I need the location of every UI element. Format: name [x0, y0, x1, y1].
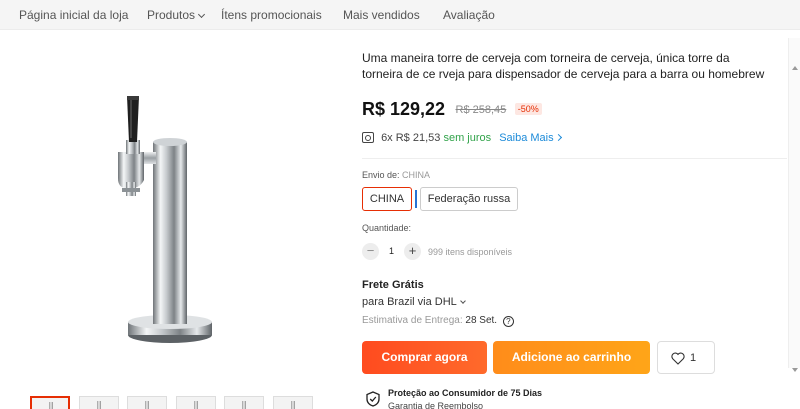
- discount-badge: -50%: [514, 103, 542, 115]
- nav-reviews[interactable]: Avaliação: [443, 8, 495, 22]
- product-details: Uma maneira torre de cerveja com torneir…: [362, 50, 787, 409]
- quantity-value[interactable]: 1: [389, 246, 394, 256]
- side-scrollbar[interactable]: [788, 38, 800, 372]
- help-icon[interactable]: ?: [502, 316, 514, 327]
- current-price: R$ 129,22: [362, 99, 446, 119]
- nav-products-label: Produtos: [147, 8, 196, 22]
- shipping-method-text: para Brazil via DHL: [362, 296, 457, 308]
- thumbnail-3[interactable]: [127, 396, 167, 409]
- quantity-decrease-button[interactable]: −: [362, 243, 379, 260]
- installment-amount: 6x R$ 21,53: [381, 132, 441, 144]
- heart-icon: [671, 352, 685, 365]
- ship-option-russia[interactable]: Federação russa: [420, 187, 518, 211]
- ship-option-china[interactable]: CHINA: [362, 187, 412, 211]
- wishlist-count: 1: [690, 352, 697, 364]
- nav-promotional-items[interactable]: Ítens promocionais: [221, 8, 322, 22]
- learn-more-label: Saiba Mais: [499, 132, 554, 144]
- installment-icon: [362, 132, 374, 143]
- thumbnail-5[interactable]: [224, 396, 264, 409]
- nav-store-home[interactable]: Página inicial da loja: [19, 8, 128, 22]
- ship-from-caption: Envio de:: [362, 170, 400, 180]
- shipping-method-selector[interactable]: para Brazil via DHL: [362, 296, 466, 308]
- thumbnail-2[interactable]: [79, 396, 119, 409]
- product-title: Uma maneira torre de cerveja com torneir…: [362, 51, 765, 81]
- learn-more-link[interactable]: Saiba Mais: [499, 132, 562, 144]
- chevron-down-icon: [459, 298, 466, 304]
- text-cursor: [415, 190, 417, 208]
- scroll-down-icon[interactable]: [792, 368, 798, 372]
- installments-row: 6x R$ 21,53 sem juros Saiba Mais: [362, 130, 562, 144]
- scroll-up-icon[interactable]: [792, 66, 798, 70]
- thumbnail-6[interactable]: [273, 396, 313, 409]
- quantity-increase-button[interactable]: +: [404, 243, 421, 260]
- free-shipping-label: Frete Grátis: [362, 279, 424, 291]
- thumbnail-1[interactable]: [30, 396, 70, 409]
- shield-icon: [366, 391, 380, 407]
- add-to-cart-button[interactable]: Adicione ao carrinho: [493, 341, 650, 374]
- original-price: R$ 258,45: [455, 104, 507, 116]
- available-count: 999 itens disponíveis: [428, 247, 513, 257]
- delivery-estimate: Estimativa de Entrega: 28 Set. ?: [362, 315, 514, 327]
- thumbnail-image: [49, 402, 53, 409]
- buy-now-button[interactable]: Comprar agora: [362, 341, 487, 374]
- thumbnail-image: [97, 401, 101, 409]
- nav-best-sellers[interactable]: Mais vendidos: [343, 8, 420, 22]
- delivery-date: 28 Set.: [465, 315, 498, 326]
- protection-subtitle: Garantia de Reembolso: [388, 401, 484, 409]
- chevron-down-icon: [197, 10, 206, 19]
- thumbnail-image: [194, 401, 198, 409]
- thumbnail-4[interactable]: [176, 396, 216, 409]
- wishlist-button[interactable]: 1: [657, 341, 715, 374]
- chevron-right-icon: [554, 133, 562, 142]
- thumbnail-image: [145, 401, 149, 409]
- store-nav-bar: Página inicial da loja Produtos Ítens pr…: [0, 0, 800, 30]
- product-image[interactable]: [60, 60, 240, 380]
- nav-products[interactable]: Produtos: [147, 8, 206, 22]
- quantity-label: Quantidade:: [362, 223, 412, 233]
- protection-title: Proteção ao Consumidor de 75 Dias: [388, 388, 543, 398]
- thumbnail-image: [242, 401, 246, 409]
- price-row: R$ 129,22 R$ 258,45 -50%: [362, 99, 542, 120]
- thumbnail-image: [291, 401, 295, 409]
- divider: [362, 158, 787, 159]
- ship-from-value: CHINA: [402, 170, 431, 180]
- delivery-estimate-label: Estimativa de Entrega:: [362, 315, 463, 326]
- ship-from-label: Envio de: CHINA: [362, 170, 430, 180]
- interest-free-label: sem juros: [443, 132, 492, 144]
